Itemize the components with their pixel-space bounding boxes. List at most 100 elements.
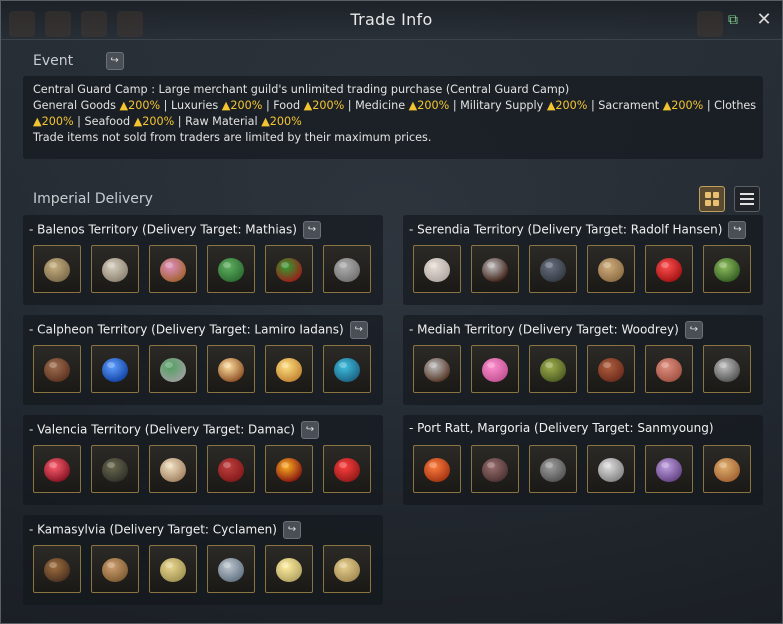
- ruby-ornament-icon: [276, 458, 302, 482]
- item-slot[interactable]: [91, 545, 139, 593]
- item-slot[interactable]: [33, 345, 81, 393]
- item-slot[interactable]: [645, 345, 693, 393]
- stone-block-icon: [102, 258, 128, 282]
- event-line-1: Central Guard Camp : Large merchant guil…: [33, 83, 570, 96]
- item-slot[interactable]: [413, 245, 461, 293]
- territory-label: - Calpheon Territory (Delivery Target: L…: [29, 322, 344, 337]
- item-slot[interactable]: [265, 245, 313, 293]
- territory-panel: - Serendia Territory (Delivery Target: R…: [403, 215, 763, 305]
- territory-label: - Mediah Territory (Delivery Target: Woo…: [409, 322, 679, 337]
- item-slot[interactable]: [323, 445, 371, 493]
- item-slot[interactable]: [323, 545, 371, 593]
- green-card-icon: [714, 258, 740, 282]
- item-slot[interactable]: [207, 245, 255, 293]
- item-slot[interactable]: [91, 245, 139, 293]
- item-slot[interactable]: [207, 545, 255, 593]
- item-slot[interactable]: [207, 445, 255, 493]
- item-slot[interactable]: [413, 345, 461, 393]
- territory-link-icon[interactable]: ↪: [349, 321, 368, 339]
- grid-view-button[interactable]: [699, 186, 725, 212]
- list-icon: [740, 193, 754, 205]
- item-slot[interactable]: [471, 445, 519, 493]
- territory-link-icon[interactable]: ↪: [300, 421, 319, 439]
- item-slot[interactable]: [265, 345, 313, 393]
- item-slot[interactable]: [471, 245, 519, 293]
- imperial-delivery-title: Imperial Delivery: [33, 191, 153, 207]
- item-slot[interactable]: [149, 245, 197, 293]
- dark-ore-icon: [482, 458, 508, 482]
- event-line-rates-2: ▲200% | Seafood ▲200% | Raw Material ▲20…: [33, 115, 302, 128]
- event-line-rates: General Goods ▲200% | Luxuries ▲200% | F…: [33, 99, 757, 112]
- green-shirt-icon: [218, 258, 244, 282]
- territory-link-icon[interactable]: ↪: [282, 521, 301, 539]
- item-slot[interactable]: [587, 245, 635, 293]
- territory-header: - Balenos Territory (Delivery Target: Ma…: [29, 221, 321, 239]
- territory-panel: - Kamasylvia (Delivery Target: Cyclamen)…: [23, 515, 383, 605]
- territory-link-icon[interactable]: ↪: [684, 321, 703, 339]
- wooden-plank-icon: [598, 258, 624, 282]
- bola-icon: [424, 358, 450, 382]
- candle-icon: [160, 258, 186, 282]
- item-slot[interactable]: [703, 245, 751, 293]
- logs-icon: [540, 358, 566, 382]
- item-slot[interactable]: [33, 445, 81, 493]
- grid-icon: [705, 192, 719, 206]
- dough-icon: [160, 558, 186, 582]
- close-icon[interactable]: ✕: [754, 10, 774, 30]
- glowing-egg-icon: [276, 558, 302, 582]
- territory-label: - Balenos Territory (Delivery Target: Ma…: [29, 222, 297, 237]
- item-slot[interactable]: [323, 245, 371, 293]
- item-slot[interactable]: [265, 445, 313, 493]
- red-orbs-icon: [656, 258, 682, 282]
- item-slot[interactable]: [703, 345, 751, 393]
- item-slot[interactable]: [323, 345, 371, 393]
- chicken-icon: [424, 258, 450, 282]
- metal-claw-icon: [714, 358, 740, 382]
- territory-panel: - Port Ratt, Margoria (Delivery Target: …: [403, 415, 763, 505]
- item-slot[interactable]: [149, 345, 197, 393]
- list-view-button[interactable]: [734, 186, 760, 212]
- item-slot[interactable]: [529, 445, 577, 493]
- statue-icon: [44, 258, 70, 282]
- window-title: Trade Info: [350, 10, 433, 29]
- territory-link-icon[interactable]: ↪: [728, 221, 747, 239]
- territory-panel: - Mediah Territory (Delivery Target: Woo…: [403, 315, 763, 405]
- item-slot[interactable]: [91, 445, 139, 493]
- event-section-title: Event ↪: [33, 52, 124, 70]
- item-slot[interactable]: [471, 345, 519, 393]
- item-slot[interactable]: [529, 245, 577, 293]
- item-slot[interactable]: [587, 445, 635, 493]
- event-text: Central Guard Camp : Large merchant guil…: [33, 82, 759, 146]
- item-slot[interactable]: [413, 445, 461, 493]
- lumber-icon: [44, 558, 70, 582]
- territory-label: - Kamasylvia (Delivery Target: Cyclamen): [29, 522, 277, 537]
- oyster-icon: [598, 458, 624, 482]
- item-slot[interactable]: [587, 345, 635, 393]
- item-slot[interactable]: [207, 345, 255, 393]
- event-heading: Event: [33, 53, 74, 69]
- doll-icon: [598, 358, 624, 382]
- red-potion-icon: [44, 458, 70, 482]
- item-slot[interactable]: [33, 245, 81, 293]
- trade-info-window: Trade Info ⧉ ✕ Event ↪ Central Guard Cam…: [0, 0, 783, 624]
- item-slot[interactable]: [645, 245, 693, 293]
- territory-label: - Port Ratt, Margoria (Delivery Target: …: [409, 421, 714, 435]
- pink-dress-icon: [482, 358, 508, 382]
- item-slot[interactable]: [703, 445, 751, 493]
- expand-window-icon[interactable]: ⧉: [725, 12, 741, 28]
- item-slot[interactable]: [265, 545, 313, 593]
- planks-icon: [102, 558, 128, 582]
- territory-link-icon[interactable]: ↪: [302, 221, 321, 239]
- item-slot[interactable]: [149, 445, 197, 493]
- item-slot[interactable]: [529, 345, 577, 393]
- item-slot[interactable]: [91, 345, 139, 393]
- title-bar[interactable]: Trade Info ⧉ ✕: [1, 1, 782, 40]
- white-potion-icon: [160, 358, 186, 382]
- territory-header: - Mediah Territory (Delivery Target: Woo…: [409, 321, 703, 339]
- net-bag-icon: [540, 458, 566, 482]
- item-slot[interactable]: [33, 545, 81, 593]
- item-slot[interactable]: [645, 445, 693, 493]
- event-link-icon[interactable]: ↪: [105, 52, 124, 70]
- item-slot[interactable]: [149, 545, 197, 593]
- red-book-icon: [218, 458, 244, 482]
